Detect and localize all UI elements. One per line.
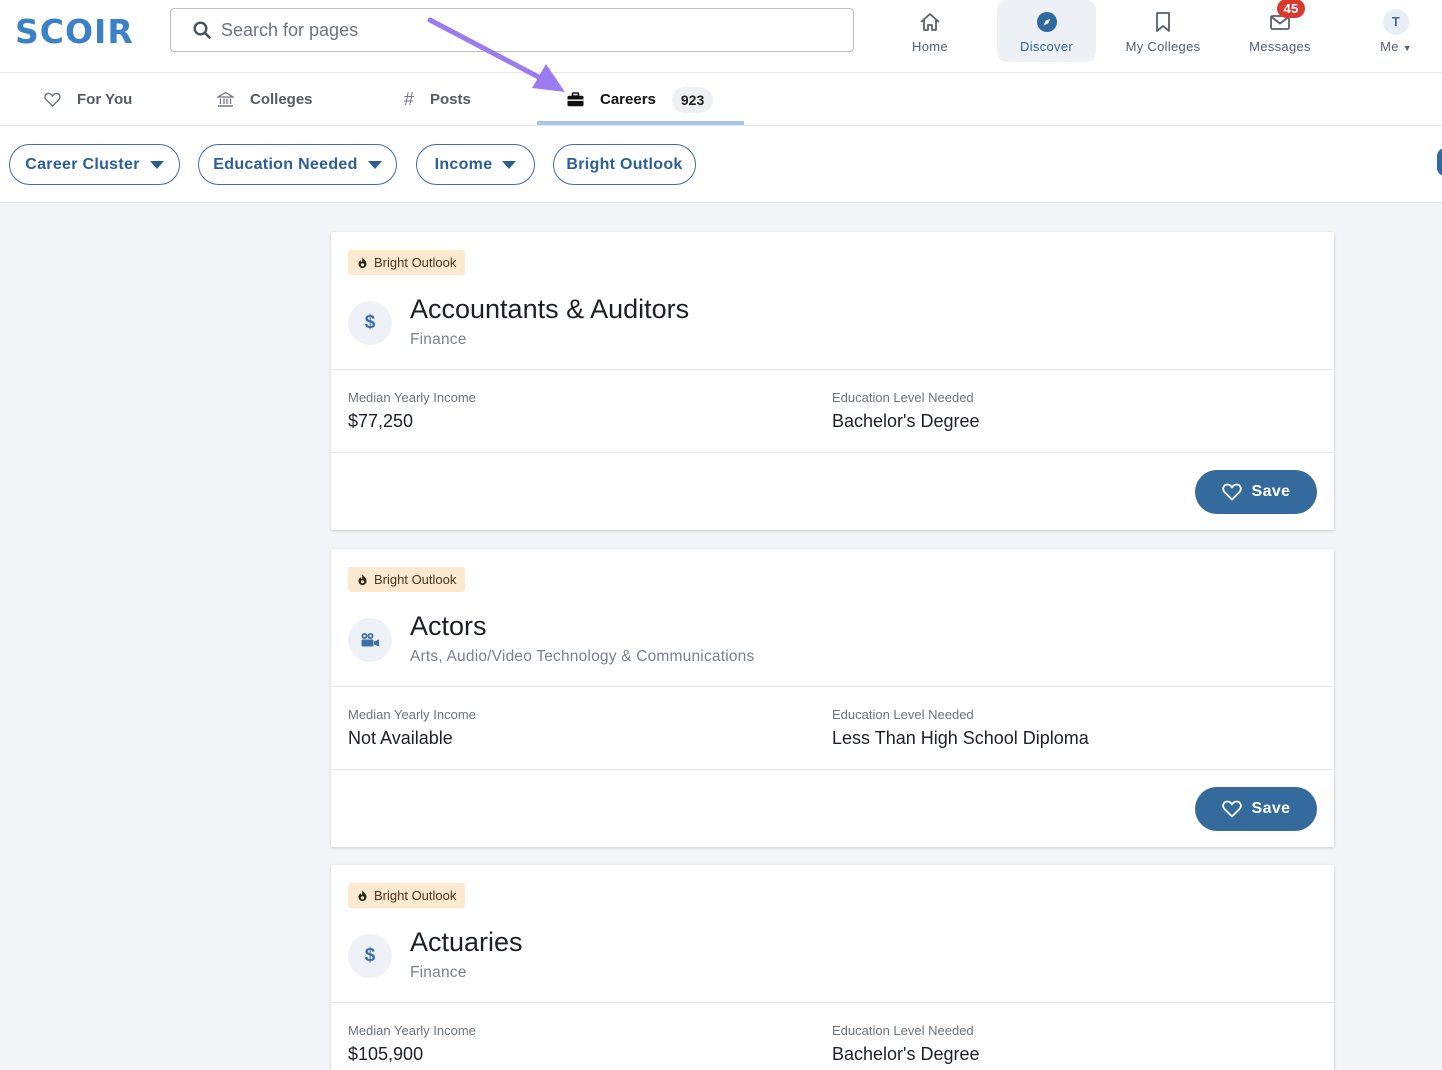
- save-button[interactable]: Save: [1195, 787, 1317, 831]
- income-value: Not Available: [348, 728, 453, 748]
- nav-home[interactable]: Home: [890, 0, 970, 62]
- divider: [331, 369, 1334, 370]
- filter-career-cluster[interactable]: Career Cluster: [9, 144, 180, 185]
- career-title[interactable]: Actuaries: [410, 927, 523, 958]
- nav-discover[interactable]: Discover: [997, 0, 1096, 62]
- career-title[interactable]: Accountants & Auditors: [410, 294, 689, 325]
- compass-icon: [1036, 9, 1058, 35]
- nav-me[interactable]: T Me ▼: [1362, 0, 1430, 62]
- caret-down-icon: [149, 160, 164, 169]
- bright-outlook-label: Bright Outlook: [374, 888, 457, 903]
- filter-bright-outlook[interactable]: Bright Outlook: [553, 144, 696, 185]
- education-label: Education Level Needed: [832, 707, 974, 722]
- caret-down-icon: [502, 160, 517, 169]
- save-button-label: Save: [1251, 800, 1291, 817]
- filter-income[interactable]: Income: [416, 144, 535, 185]
- scoir-logo[interactable]: SCOIR: [15, 12, 134, 51]
- income-label: Median Yearly Income: [348, 390, 476, 405]
- search-box[interactable]: [170, 8, 854, 52]
- flame-icon: [358, 257, 367, 268]
- messages-count-badge: 45: [1277, 0, 1305, 18]
- divider: [331, 769, 1334, 770]
- career-title[interactable]: Actors: [410, 611, 487, 642]
- bright-outlook-badge: Bright Outlook: [348, 250, 466, 275]
- education-value: Bachelor's Degree: [832, 411, 980, 431]
- video-camera-icon: [348, 618, 392, 662]
- tab-for-you[interactable]: For You: [44, 73, 132, 126]
- institution-icon: [217, 91, 234, 108]
- career-cluster: Arts, Audio/Video Technology & Communica…: [410, 648, 755, 665]
- tab-posts[interactable]: # Posts: [404, 73, 471, 126]
- nav-me-label: Me ▼: [1380, 39, 1412, 54]
- caret-down-icon: [367, 160, 382, 169]
- top-navigation-bar: SCOIR Home Discover My Colleges 45 Messa…: [0, 0, 1442, 73]
- tab-careers-label: Careers: [600, 91, 656, 108]
- dollar-icon: $: [348, 934, 392, 978]
- envelope-icon: 45: [1269, 0, 1305, 35]
- briefcase-icon: [567, 92, 584, 107]
- search-input[interactable]: [221, 19, 801, 41]
- career-card[interactable]: Bright Outlook Actors Arts, Audio/Video …: [331, 549, 1334, 847]
- career-cluster: Finance: [410, 964, 467, 981]
- income-label: Median Yearly Income: [348, 1023, 476, 1038]
- career-cluster: Finance: [410, 331, 467, 348]
- education-value: Less Than High School Diploma: [832, 728, 1089, 748]
- bright-outlook-badge: Bright Outlook: [348, 883, 466, 908]
- education-value: Bachelor's Degree: [832, 1044, 980, 1064]
- nav-home-label: Home: [912, 38, 948, 54]
- bookmark-icon: [1155, 9, 1171, 35]
- income-label: Median Yearly Income: [348, 707, 476, 722]
- hashtag-icon: #: [404, 89, 415, 109]
- tab-colleges-label: Colleges: [250, 91, 313, 108]
- heart-icon: [1221, 800, 1242, 818]
- bright-outlook-badge: Bright Outlook: [348, 567, 466, 592]
- filter-career-cluster-label: Career Cluster: [25, 155, 140, 173]
- divider: [331, 1002, 1334, 1003]
- flame-icon: [358, 574, 367, 585]
- flame-icon: [358, 890, 367, 901]
- bright-outlook-label: Bright Outlook: [374, 572, 457, 587]
- tab-colleges[interactable]: Colleges: [217, 73, 313, 126]
- tab-for-you-label: For You: [77, 91, 133, 108]
- discover-tabs: For You Colleges # Posts Careers 923: [0, 73, 1442, 126]
- divider: [331, 452, 1334, 453]
- home-icon: [919, 9, 941, 35]
- caret-down-icon: ▼: [1402, 42, 1412, 53]
- income-value: $105,900: [348, 1044, 424, 1064]
- me-label: Me: [1380, 38, 1399, 54]
- nav-my-colleges[interactable]: My Colleges: [1115, 0, 1211, 62]
- careers-count-pill: 923: [671, 86, 714, 113]
- active-tab-indicator: [537, 121, 744, 125]
- dollar-icon: $: [348, 301, 392, 345]
- filter-education-needed[interactable]: Education Needed: [198, 144, 397, 185]
- tab-careers[interactable]: Careers 923: [567, 73, 714, 126]
- education-label: Education Level Needed: [832, 390, 974, 405]
- avatar: T: [1383, 8, 1409, 35]
- heart-icon: [44, 92, 61, 107]
- career-card[interactable]: Bright Outlook $ Accountants & Auditors …: [331, 232, 1334, 530]
- heart-icon: [1221, 483, 1242, 501]
- career-card[interactable]: Bright Outlook $ Actuaries Finance Media…: [331, 865, 1334, 1070]
- nav-my-colleges-label: My Colleges: [1125, 38, 1201, 54]
- income-value: $77,250: [348, 411, 414, 431]
- save-button[interactable]: Save: [1195, 470, 1317, 514]
- divider: [331, 686, 1334, 687]
- scroll-right-button[interactable]: [1437, 148, 1442, 176]
- nav-discover-label: Discover: [1020, 38, 1073, 54]
- filter-income-label: Income: [434, 155, 493, 173]
- filter-education-needed-label: Education Needed: [213, 155, 358, 173]
- filter-bar: Career Cluster Education Needed Income B…: [0, 126, 1442, 203]
- nav-messages[interactable]: 45 Messages: [1240, 0, 1320, 62]
- tab-posts-label: Posts: [430, 91, 471, 108]
- filter-bright-outlook-label: Bright Outlook: [566, 155, 683, 173]
- search-icon: [193, 21, 211, 39]
- education-label: Education Level Needed: [832, 1023, 974, 1038]
- nav-messages-label: Messages: [1249, 38, 1311, 54]
- save-button-label: Save: [1251, 483, 1291, 500]
- bright-outlook-label: Bright Outlook: [374, 255, 457, 270]
